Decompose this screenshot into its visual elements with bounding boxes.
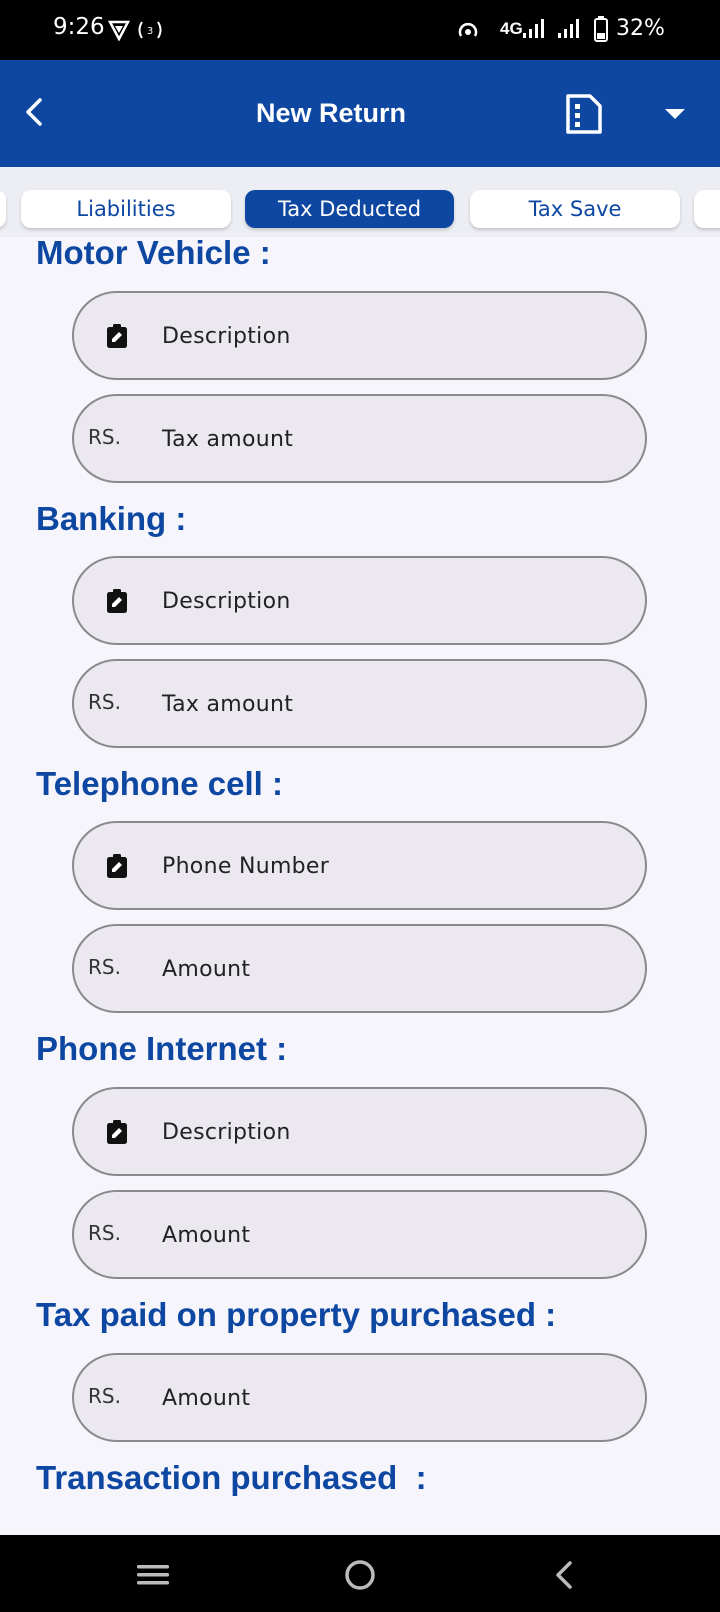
- field-placeholder: Description: [162, 589, 291, 614]
- section-title-property-tax: Tax paid on property purchased :: [36, 1296, 557, 1333]
- tab-next-partial[interactable]: [694, 190, 720, 228]
- currency-prefix: RS.: [88, 955, 121, 979]
- tab-tax-save[interactable]: Tax Save: [470, 190, 680, 228]
- back-nav-icon[interactable]: [546, 1555, 586, 1595]
- svg-text:3: 3: [147, 26, 153, 37]
- phone-internet-description-field[interactable]: Description: [72, 1087, 647, 1176]
- currency-prefix: RS.: [88, 1221, 121, 1245]
- dropdown-arrow-icon[interactable]: [660, 104, 690, 124]
- field-placeholder: Tax amount: [162, 692, 294, 717]
- section-title-motor-vehicle: Motor Vehicle :: [36, 237, 271, 271]
- signal-strength-icon: [523, 19, 544, 38]
- tab-liabilities[interactable]: Liabilities: [21, 190, 231, 228]
- field-placeholder: Description: [162, 324, 291, 349]
- banking-description-field[interactable]: Description: [72, 556, 647, 645]
- wifi-calling-icon: [458, 22, 478, 37]
- network-type: 4G: [500, 19, 523, 38]
- status-bar: 9:26 3 4G 32%: [0, 0, 720, 60]
- telephone-amount-field[interactable]: RS. Amount: [72, 924, 647, 1013]
- section-title-telephone-cell: Telephone cell :: [36, 765, 283, 802]
- field-placeholder: Amount: [162, 1386, 251, 1411]
- phone-internet-amount-field[interactable]: RS. Amount: [72, 1190, 647, 1279]
- banking-tax-amount-field[interactable]: RS. Tax amount: [72, 659, 647, 748]
- telephone-phone-number-field[interactable]: Phone Number: [72, 821, 647, 910]
- status-time: 9:26: [53, 14, 105, 40]
- field-placeholder: Tax amount: [162, 427, 294, 452]
- tab-previous-partial[interactable]: [0, 190, 6, 228]
- tab-strip: Liabilities Tax Deducted Tax Save: [0, 167, 720, 237]
- system-nav-bar: [0, 1535, 720, 1612]
- battery-icon: [594, 16, 608, 42]
- edit-clipboard-icon: [107, 1120, 127, 1144]
- edit-clipboard-icon: [107, 854, 127, 878]
- section-title-transaction-purchased: Transaction purchased :: [36, 1459, 427, 1496]
- form-content[interactable]: Motor Vehicle : Description RS. Tax amou…: [0, 237, 720, 1535]
- currency-prefix: RS.: [88, 1384, 121, 1408]
- section-title-phone-internet: Phone Internet :: [36, 1030, 288, 1067]
- battery-percent: 32%: [616, 16, 665, 41]
- field-placeholder: Description: [162, 1120, 291, 1145]
- app-bar: New Return: [0, 60, 720, 167]
- field-placeholder: Amount: [162, 957, 251, 982]
- motor-vehicle-tax-amount-field[interactable]: RS. Tax amount: [72, 394, 647, 483]
- edit-clipboard-icon: [107, 589, 127, 613]
- field-placeholder: Amount: [162, 1223, 251, 1248]
- vpn-shield-icon: [108, 20, 130, 41]
- signal-strength-icon-2: [558, 19, 579, 38]
- field-placeholder: Phone Number: [162, 854, 330, 879]
- tab-tax-deducted[interactable]: Tax Deducted: [245, 190, 454, 228]
- motor-vehicle-description-field[interactable]: Description: [72, 291, 647, 380]
- edit-clipboard-icon: [107, 324, 127, 348]
- home-icon[interactable]: [340, 1555, 380, 1595]
- currency-prefix: RS.: [88, 690, 121, 714]
- section-title-banking: Banking :: [36, 500, 187, 537]
- page-title: New Return: [255, 98, 407, 128]
- currency-prefix: RS.: [88, 425, 121, 449]
- document-icon[interactable]: [564, 92, 604, 136]
- recent-apps-icon[interactable]: [133, 1555, 173, 1595]
- hotspot-icon: 3: [138, 21, 162, 39]
- property-tax-amount-field[interactable]: RS. Amount: [72, 1353, 647, 1442]
